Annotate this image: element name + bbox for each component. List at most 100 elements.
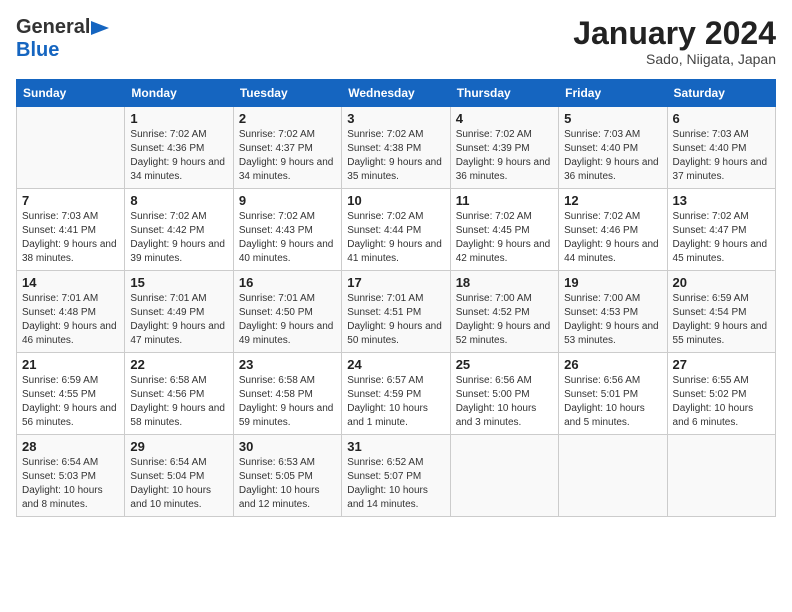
day-info: Sunrise: 7:02 AMSunset: 4:45 PMDaylight:…	[456, 210, 553, 266]
calendar-week-row: 28Sunrise: 6:54 AMSunset: 5:03 PMDayligh…	[17, 435, 776, 517]
logo-wrap: General	[16, 16, 110, 39]
col-saturday: Saturday	[667, 80, 775, 107]
calendar-table: Sunday Monday Tuesday Wednesday Thursday…	[16, 79, 776, 517]
calendar-cell: 19 Sunrise: 7:00 AMSunset: 4:53 PMDayligh…	[559, 271, 667, 353]
calendar-cell: 18 Sunrise: 7:00 AMSunset: 4:52 PMDayligh…	[450, 271, 558, 353]
day-number: 22	[130, 357, 227, 372]
day-info: Sunrise: 6:56 AMSunset: 5:00 PMDaylight:…	[456, 374, 553, 430]
day-number: 3	[347, 111, 444, 126]
calendar-cell: 15 Sunrise: 7:01 AMSunset: 4:49 PMDayligh…	[125, 271, 233, 353]
calendar-cell: 20 Sunrise: 6:59 AMSunset: 4:54 PMDayligh…	[667, 271, 775, 353]
day-info: Sunrise: 7:02 AMSunset: 4:38 PMDaylight:…	[347, 128, 444, 184]
day-number: 26	[564, 357, 661, 372]
calendar-cell: 30 Sunrise: 6:53 AMSunset: 5:05 PMDayligh…	[233, 435, 341, 517]
day-number: 6	[673, 111, 770, 126]
calendar-cell: 26Sunrise: 6:56 AMSunset: 5:01 PMDayligh…	[559, 353, 667, 435]
day-number: 19	[564, 275, 661, 290]
day-number: 20	[673, 275, 770, 290]
calendar-week-row: 21 Sunrise: 6:59 AMSunset: 4:55 PMDayligh…	[17, 353, 776, 435]
day-info: Sunrise: 7:02 AMSunset: 4:42 PMDaylight:…	[130, 210, 227, 266]
day-info: Sunrise: 7:03 AMSunset: 4:40 PMDaylight:…	[564, 128, 661, 184]
day-info: Sunrise: 6:59 AMSunset: 4:54 PMDaylight:…	[673, 292, 770, 348]
calendar-cell: 14 Sunrise: 7:01 AMSunset: 4:48 PMDayligh…	[17, 271, 125, 353]
calendar-cell: 12 Sunrise: 7:02 AMSunset: 4:46 PMDayligh…	[559, 189, 667, 271]
calendar-cell: 10Sunrise: 7:02 AMSunset: 4:44 PMDayligh…	[342, 189, 450, 271]
day-number: 14	[22, 275, 119, 290]
day-info: Sunrise: 6:59 AMSunset: 4:55 PMDaylight:…	[22, 374, 119, 430]
day-number: 25	[456, 357, 553, 372]
calendar-cell: 25 Sunrise: 6:56 AMSunset: 5:00 PMDayligh…	[450, 353, 558, 435]
calendar-week-row: 14 Sunrise: 7:01 AMSunset: 4:48 PMDayligh…	[17, 271, 776, 353]
calendar-cell: 8Sunrise: 7:02 AMSunset: 4:42 PMDaylight…	[125, 189, 233, 271]
day-number: 7	[22, 193, 119, 208]
calendar-cell: 11Sunrise: 7:02 AMSunset: 4:45 PMDayligh…	[450, 189, 558, 271]
day-info: Sunrise: 7:02 AMSunset: 4:39 PMDaylight:…	[456, 128, 553, 184]
calendar-cell: 9 Sunrise: 7:02 AMSunset: 4:43 PMDaylight…	[233, 189, 341, 271]
day-number: 17	[347, 275, 444, 290]
day-number: 5	[564, 111, 661, 126]
page-header: General Blue January 2024 Sado, Niigata,…	[16, 16, 776, 67]
calendar-cell	[559, 435, 667, 517]
day-number: 23	[239, 357, 336, 372]
day-info: Sunrise: 7:03 AMSunset: 4:40 PMDaylight:…	[673, 128, 770, 184]
calendar-subtitle: Sado, Niigata, Japan	[573, 51, 776, 67]
logo-general-text: General	[16, 16, 90, 39]
calendar-cell: 27Sunrise: 6:55 AMSunset: 5:02 PMDayligh…	[667, 353, 775, 435]
day-number: 29	[130, 439, 227, 454]
day-number: 9	[239, 193, 336, 208]
calendar-cell: 24 Sunrise: 6:57 AMSunset: 4:59 PMDayligh…	[342, 353, 450, 435]
calendar-cell	[667, 435, 775, 517]
day-info: Sunrise: 7:02 AMSunset: 4:46 PMDaylight:…	[564, 210, 661, 266]
calendar-week-row: 7Sunrise: 7:03 AMSunset: 4:41 PMDaylight…	[17, 189, 776, 271]
day-number: 15	[130, 275, 227, 290]
day-info: Sunrise: 7:02 AMSunset: 4:37 PMDaylight:…	[239, 128, 336, 184]
col-wednesday: Wednesday	[342, 80, 450, 107]
calendar-cell: 2 Sunrise: 7:02 AMSunset: 4:37 PMDaylight…	[233, 107, 341, 189]
calendar-cell	[450, 435, 558, 517]
day-info: Sunrise: 6:57 AMSunset: 4:59 PMDaylight:…	[347, 374, 444, 430]
day-info: Sunrise: 7:01 AMSunset: 4:49 PMDaylight:…	[130, 292, 227, 348]
day-number: 21	[22, 357, 119, 372]
day-number: 28	[22, 439, 119, 454]
day-info: Sunrise: 7:01 AMSunset: 4:50 PMDaylight:…	[239, 292, 336, 348]
logo-blue-text: Blue	[16, 39, 59, 62]
day-info: Sunrise: 7:00 AMSunset: 4:52 PMDaylight:…	[456, 292, 553, 348]
day-info: Sunrise: 7:00 AMSunset: 4:53 PMDaylight:…	[564, 292, 661, 348]
day-number: 4	[456, 111, 553, 126]
day-info: Sunrise: 7:02 AMSunset: 4:44 PMDaylight:…	[347, 210, 444, 266]
calendar-cell	[17, 107, 125, 189]
logo: General Blue	[16, 16, 110, 62]
calendar-week-row: 1Sunrise: 7:02 AMSunset: 4:36 PMDaylight…	[17, 107, 776, 189]
day-info: Sunrise: 7:02 AMSunset: 4:43 PMDaylight:…	[239, 210, 336, 266]
day-number: 24	[347, 357, 444, 372]
col-monday: Monday	[125, 80, 233, 107]
day-info: Sunrise: 7:01 AMSunset: 4:51 PMDaylight:…	[347, 292, 444, 348]
day-info: Sunrise: 6:58 AMSunset: 4:58 PMDaylight:…	[239, 374, 336, 430]
col-tuesday: Tuesday	[233, 80, 341, 107]
calendar-cell: 31 Sunrise: 6:52 AMSunset: 5:07 PMDayligh…	[342, 435, 450, 517]
calendar-cell: 13Sunrise: 7:02 AMSunset: 4:47 PMDayligh…	[667, 189, 775, 271]
day-number: 18	[456, 275, 553, 290]
calendar-cell: 16 Sunrise: 7:01 AMSunset: 4:50 PMDayligh…	[233, 271, 341, 353]
day-number: 27	[673, 357, 770, 372]
calendar-cell: 7Sunrise: 7:03 AMSunset: 4:41 PMDaylight…	[17, 189, 125, 271]
title-block: January 2024 Sado, Niigata, Japan	[573, 16, 776, 67]
calendar-cell: 6 Sunrise: 7:03 AMSunset: 4:40 PMDaylight…	[667, 107, 775, 189]
day-number: 31	[347, 439, 444, 454]
day-number: 13	[673, 193, 770, 208]
day-info: Sunrise: 6:52 AMSunset: 5:07 PMDaylight:…	[347, 456, 444, 512]
calendar-cell: 1Sunrise: 7:02 AMSunset: 4:36 PMDaylight…	[125, 107, 233, 189]
day-number: 30	[239, 439, 336, 454]
col-thursday: Thursday	[450, 80, 558, 107]
logo-flag-icon	[91, 21, 109, 35]
day-info: Sunrise: 7:01 AMSunset: 4:48 PMDaylight:…	[22, 292, 119, 348]
calendar-title: January 2024	[573, 16, 776, 51]
day-number: 12	[564, 193, 661, 208]
day-number: 16	[239, 275, 336, 290]
calendar-cell: 5 Sunrise: 7:03 AMSunset: 4:40 PMDaylight…	[559, 107, 667, 189]
calendar-cell: 28Sunrise: 6:54 AMSunset: 5:03 PMDayligh…	[17, 435, 125, 517]
calendar-cell: 4 Sunrise: 7:02 AMSunset: 4:39 PMDaylight…	[450, 107, 558, 189]
day-info: Sunrise: 6:53 AMSunset: 5:05 PMDaylight:…	[239, 456, 336, 512]
day-number: 2	[239, 111, 336, 126]
calendar-cell: 29Sunrise: 6:54 AMSunset: 5:04 PMDayligh…	[125, 435, 233, 517]
